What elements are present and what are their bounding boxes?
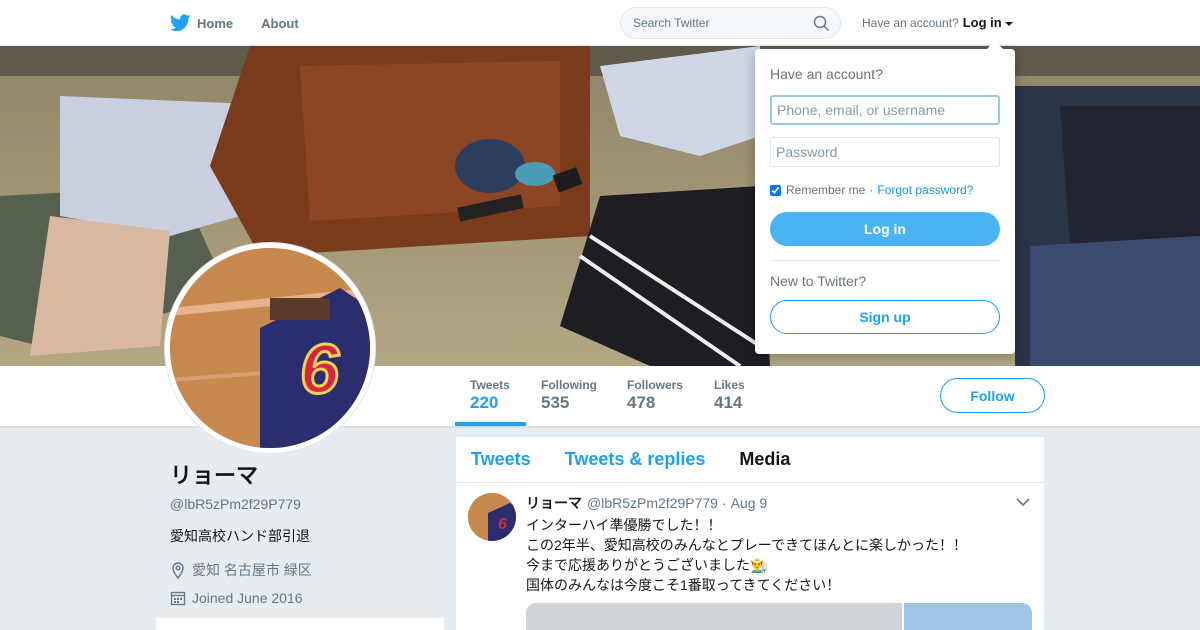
profile-name: リョーマ [170,463,259,488]
tweet-photo[interactable] [904,603,1032,630]
remember-row: Remember me · Forgot password? [770,183,973,197]
stat-likes-value: 414 [714,393,743,412]
stat-following[interactable]: Following 535 [541,378,597,413]
tweet-text-line: 今まで応援ありがとうございました👨‍🌾 [526,557,768,573]
remember-me-checkbox[interactable] [770,184,781,196]
profile-card: リョーマ @lbR5zPm2f29P779 愛知高校ハンド部引退 愛知 名古屋市… [170,458,440,606]
chevron-down-icon[interactable] [1016,497,1030,507]
search-input[interactable] [633,16,803,30]
forgot-password-link[interactable]: Forgot password? [877,183,973,197]
profile-avatar[interactable]: 6 [165,243,375,453]
active-tab-indicator [455,422,526,426]
login-button[interactable]: Log in [770,212,1000,246]
profile-joined-text: Joined June 2016 [192,590,303,606]
tweet-text-line: この2年半、愛知高校のみんなとプレーできてほんとに楽しかった！！ [526,537,967,553]
tweet-timestamp[interactable]: Aug 9 [731,495,768,511]
tab-tweets-replies[interactable]: Tweets & replies [565,449,706,470]
avatar-image: 6 [170,248,370,448]
stat-following-value: 535 [541,393,570,412]
stat-tweets[interactable]: Tweets 220 [470,378,510,413]
nav-links: Home About [170,0,327,46]
tweet-text-line: 国体のみんなは今度こそ1番取ってきてください！ [526,577,841,593]
stat-tweets-value: 220 [470,393,499,412]
profile-joined: Joined June 2016 [170,590,440,606]
signup-button[interactable]: Sign up [770,300,1000,334]
stat-followers-value: 478 [627,393,656,412]
login-dropdown: Have an account? Remember me · Forgot pa… [755,41,1015,354]
tweet[interactable]: 6 リョーマ @lbR5zPm2f29P779 · Aug 9 インターハイ準優… [456,483,1044,630]
search-icon[interactable] [813,15,830,32]
timeline-tabs: Tweets Tweets & replies Media [456,437,1044,483]
stat-followers[interactable]: Followers 478 [627,378,683,413]
login-toggle-label: Log in [962,15,1002,30]
remember-separator: · [869,183,874,197]
twitter-bird-icon [170,14,191,32]
profile-bio: 愛知高校ハンド部引退 [170,528,310,544]
nav-about-label: About [261,15,299,31]
tab-tweets[interactable]: Tweets [471,449,531,470]
dropdown-divider [770,260,1000,261]
tweet-avatar[interactable]: 6 [468,493,516,541]
tweet-media[interactable] [526,603,1032,630]
stat-likes-label: Likes [714,378,745,392]
tab-media[interactable]: Media [739,449,790,470]
stat-likes[interactable]: Likes 414 [714,378,745,413]
tweet-author-name[interactable]: リョーマ [526,493,582,513]
nav-home[interactable]: Home [170,14,233,32]
calendar-icon [170,591,186,606]
search-box [620,7,841,39]
login-dropdown-title: Have an account? [770,66,883,82]
remember-me-label[interactable]: Remember me [786,183,865,197]
location-pin-icon [172,561,184,579]
svg-text:6: 6 [300,330,340,408]
stat-followers-label: Followers [627,378,684,392]
follow-button[interactable]: Follow [940,378,1045,413]
profile-handle[interactable]: @lbR5zPm2f29P779 [170,496,440,512]
nav-about[interactable]: About [261,16,299,31]
tweet-photo[interactable] [526,603,904,630]
nav-home-label: Home [197,15,234,31]
tweet-header: リョーマ @lbR5zPm2f29P779 · Aug 9 [526,493,1032,513]
login-dropdown-toggle[interactable]: Log in [963,15,1013,30]
sidebar-card [156,618,444,630]
svg-text:6: 6 [498,516,507,533]
username-field[interactable] [770,95,1000,125]
new-to-twitter-text: New to Twitter? [770,273,867,289]
have-account-area: Have an account? Log in [862,15,1013,30]
stat-tweets-label: Tweets [470,378,510,392]
timeline: Tweets Tweets & replies Media 6 リョーマ @lb… [456,437,1044,630]
password-field[interactable] [770,137,1000,167]
tweet-author-handle[interactable]: @lbR5zPm2f29P779 [587,495,718,511]
tweet-avatar-image: 6 [468,493,516,541]
top-nav-bar: Home About Have an account? Log in [0,0,1200,46]
tweet-text-line: インターハイ準優勝でした！！ [526,517,722,533]
profile-location-text: 愛知 名古屋市 緑区 [192,562,312,578]
stat-following-label: Following [541,378,597,392]
have-account-text: Have an account? [862,15,959,30]
tweet-separator: · [721,495,727,511]
caret-down-icon [1004,21,1013,26]
profile-location: 愛知 名古屋市 緑区 [170,560,440,580]
